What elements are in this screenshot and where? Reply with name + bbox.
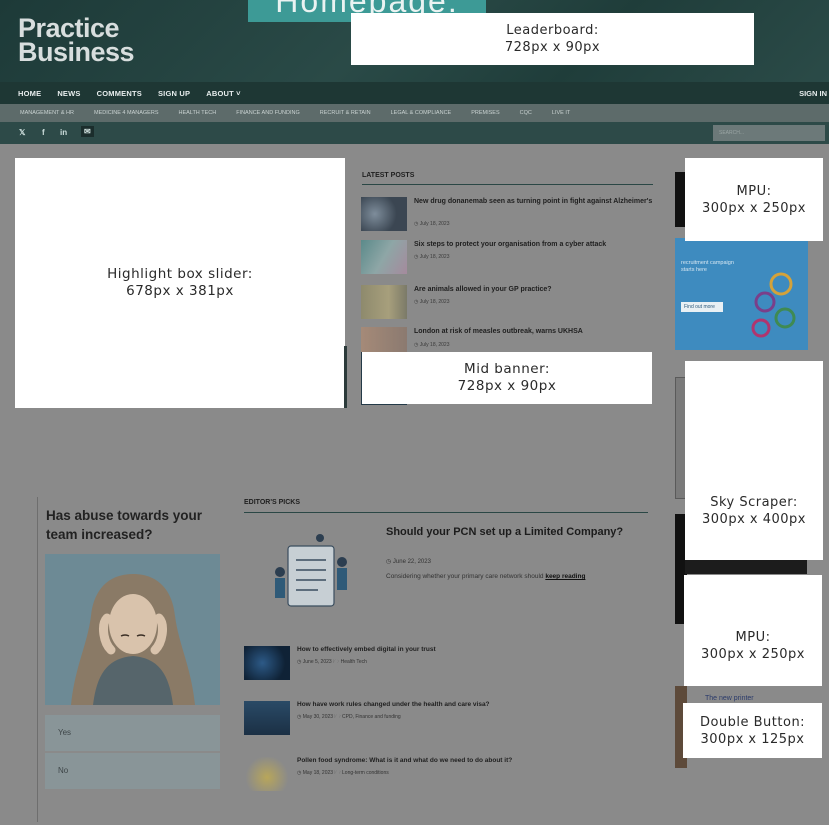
- latest-post-item[interactable]: Six steps to protect your organisation f…: [361, 240, 653, 276]
- ad-name: Leaderboard:: [506, 23, 599, 38]
- ad-size: 300px x 400px: [702, 511, 806, 527]
- nav-signup[interactable]: SIGN UP: [150, 89, 198, 98]
- magnifier-icon: [751, 272, 796, 338]
- pick-thumbnail: [244, 701, 290, 735]
- latest-posts-rule: [362, 184, 653, 185]
- poll-illustration: [45, 554, 220, 705]
- search-input[interactable]: SEARCH...: [713, 125, 825, 141]
- latest-posts-title: LATEST POSTS: [362, 172, 415, 179]
- recruitment-ad[interactable]: recruitment campaign starts here Find ou…: [675, 238, 808, 350]
- editors-pick-item[interactable]: How to effectively embed digital in your…: [244, 646, 604, 680]
- mpu-ad-top[interactable]: MPU: 300px x 250px: [685, 158, 823, 241]
- latest-post-item[interactable]: New drug donanemab seen as turning point…: [361, 197, 653, 233]
- category-live-it[interactable]: LIVE IT: [542, 110, 580, 116]
- nav-signin[interactable]: SIGN IN: [799, 89, 827, 98]
- category-management-hr[interactable]: MANAGEMENT & HR: [0, 110, 84, 116]
- linkedin-icon[interactable]: in: [60, 128, 67, 137]
- category-finance[interactable]: FINANCE AND FUNDING: [226, 110, 310, 116]
- ad-size: 300px x 125px: [700, 731, 805, 747]
- pick-meta: ◷ May 30, 2023 🗁 CPD, Finance and fundin…: [297, 714, 401, 720]
- printer-ad-text: The new printer: [705, 695, 754, 702]
- post-date: ◷ July 18, 2023: [414, 342, 450, 348]
- recruitment-text: recruitment campaign starts here: [681, 260, 734, 273]
- category-cqc[interactable]: CQC: [510, 110, 542, 116]
- pick-title[interactable]: Pollen food syndrome: What is it and wha…: [297, 757, 597, 764]
- nav-home[interactable]: HOME: [0, 89, 49, 98]
- poll-option-yes[interactable]: Yes: [45, 715, 220, 751]
- editors-pick-item[interactable]: Pollen food syndrome: What is it and wha…: [244, 757, 604, 791]
- post-title[interactable]: London at risk of measles outbreak, warn…: [414, 327, 654, 336]
- poll-question: Has abuse towards your team increased?: [46, 508, 203, 542]
- ad-size: 300px x 250px: [702, 200, 806, 216]
- poll-option-no[interactable]: No: [45, 753, 220, 789]
- post-thumbnail: [361, 197, 407, 231]
- logo-line-2: Business: [18, 37, 135, 67]
- facebook-icon[interactable]: f: [42, 128, 45, 137]
- highlight-slider-ad[interactable]: Highlight box slider: 678px x 381px: [15, 158, 345, 408]
- editors-picks-rule: [244, 512, 648, 513]
- post-date: ◷ July 18, 2023: [414, 299, 450, 305]
- featured-pick-title[interactable]: Should your PCN set up a Limited Company…: [386, 525, 626, 540]
- post-title[interactable]: Are animals allowed in your GP practice?: [414, 285, 654, 294]
- ad-size: 678px x 381px: [126, 283, 234, 299]
- post-date: ◷ July 18, 2023: [414, 221, 450, 227]
- twitter-icon[interactable]: 𝕏: [19, 128, 25, 137]
- sidebar-dark-strip: [685, 560, 807, 574]
- pick-title[interactable]: How have work rules changed under the he…: [297, 701, 597, 708]
- pick-thumbnail: [244, 757, 290, 791]
- post-title[interactable]: New drug donanemab seen as turning point…: [414, 197, 654, 206]
- main-nav: HOME NEWS COMMENTS SIGN UP ABOUT ˅ SIGN …: [0, 82, 829, 104]
- editors-pick-item[interactable]: How have work rules changed under the he…: [244, 701, 604, 735]
- ad-name: Mid banner:: [464, 361, 550, 377]
- category-legal[interactable]: LEGAL & COMPLIANCE: [381, 110, 462, 116]
- pick-meta: ◷ June 5, 2023 🗁 Health Tech: [297, 659, 367, 665]
- find-out-more-button[interactable]: Find out more: [681, 302, 723, 312]
- ad-size: 300px x 250px: [701, 646, 805, 662]
- pick-thumbnail: [244, 646, 290, 680]
- keep-reading-link[interactable]: keep reading: [545, 573, 585, 580]
- slider-edge: [344, 346, 347, 408]
- featured-pick-date: ◷ June 22, 2023: [386, 559, 431, 565]
- category-medicine[interactable]: MEDICINE 4 MANAGERS: [84, 110, 168, 116]
- editors-picks-title: EDITOR'S PICKS: [244, 499, 300, 506]
- featured-pick-excerpt: Considering whether your primary care ne…: [386, 572, 628, 582]
- ad-name: Sky Scraper:: [710, 494, 798, 510]
- category-health-tech[interactable]: HEALTH TECH: [168, 110, 226, 116]
- pick-title[interactable]: How to effectively embed digital in your…: [297, 646, 597, 653]
- latest-post-item[interactable]: Are animals allowed in your GP practice?…: [361, 285, 653, 321]
- pick-meta: ◷ May 18, 2023 🗁 Long-term conditions: [297, 770, 389, 776]
- excerpt-text: Considering whether your primary care ne…: [386, 573, 546, 580]
- category-recruit[interactable]: RECRUIT & RETAIN: [310, 110, 381, 116]
- category-nav: MANAGEMENT & HR MEDICINE 4 MANAGERS HEAL…: [0, 104, 829, 122]
- sky-scraper-ad[interactable]: Sky Scraper: 300px x 400px: [685, 361, 823, 560]
- nav-comments[interactable]: COMMENTS: [89, 89, 150, 98]
- category-premises[interactable]: PREMISES: [461, 110, 509, 116]
- ad-size: 728px x 90px: [457, 378, 557, 394]
- column-divider: [37, 497, 38, 822]
- leaderboard-ad[interactable]: Leaderboard: 728px x 90px: [351, 13, 754, 65]
- social-bar: [0, 122, 829, 144]
- post-date: ◷ July 18, 2023: [414, 254, 450, 260]
- double-button-ad[interactable]: Double Button: 300px x 125px: [683, 703, 822, 758]
- post-thumbnail: [361, 327, 407, 352]
- mpu-ad-bottom[interactable]: MPU: 300px x 250px: [684, 575, 822, 686]
- nav-news[interactable]: NEWS: [49, 89, 88, 98]
- latest-post-item[interactable]: London at risk of measles outbreak, warn…: [361, 327, 653, 353]
- mid-banner-ad[interactable]: Mid banner: 728px x 90px: [362, 352, 652, 404]
- nav-about[interactable]: ABOUT ˅: [198, 89, 249, 98]
- post-thumbnail: [361, 240, 407, 274]
- ad-name: Highlight box slider:: [107, 266, 253, 282]
- ad-name: Double Button:: [699, 714, 806, 730]
- ad-name: MPU:: [735, 629, 771, 645]
- ad-name: MPU:: [736, 183, 772, 199]
- featured-pick-image[interactable]: [258, 532, 363, 614]
- post-thumbnail: [361, 285, 407, 319]
- post-title[interactable]: Six steps to protect your organisation f…: [414, 240, 654, 249]
- email-icon[interactable]: ✉: [81, 126, 94, 137]
- ad-size: 728px x 90px: [504, 40, 601, 55]
- site-logo[interactable]: Practice Business: [18, 15, 135, 67]
